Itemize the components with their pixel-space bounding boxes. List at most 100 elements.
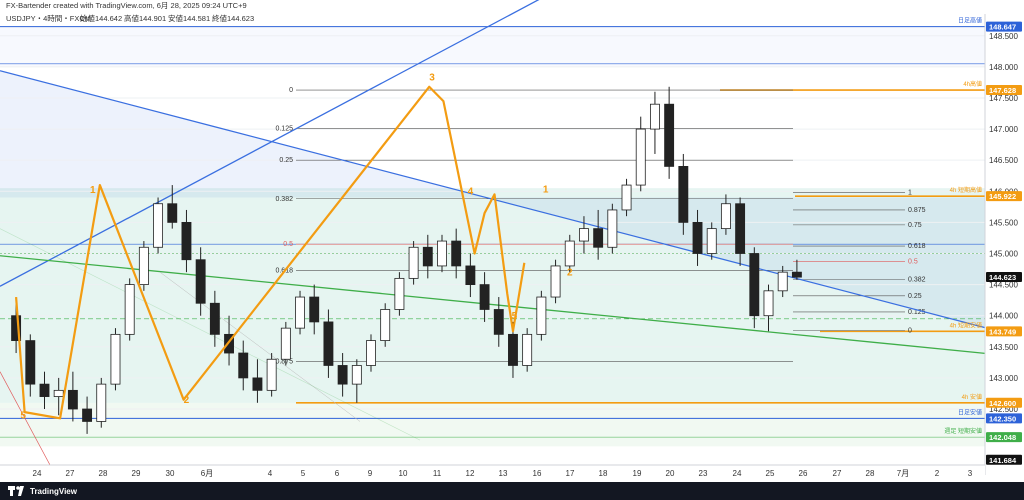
price-tag-label: 142.048 <box>989 433 1016 442</box>
time-tick-label: 4 <box>268 469 273 478</box>
candle-body <box>749 253 760 317</box>
time-tick-label: 28 <box>99 469 108 478</box>
candle-body <box>692 221 703 254</box>
wave-label: 3 <box>429 73 435 84</box>
candle-body <box>479 284 490 310</box>
candle-body <box>337 365 348 385</box>
close-value: 終値144.623 <box>212 13 254 23</box>
price-tick-label: 146.500 <box>989 156 1018 165</box>
candle-body <box>323 321 334 366</box>
time-tick-label: 12 <box>466 469 475 478</box>
candle-body <box>351 365 362 385</box>
candle-body <box>295 296 305 329</box>
candle-body <box>181 221 192 261</box>
footer-brand: TradingView <box>30 487 78 496</box>
price-tag-label: 142.600 <box>989 399 1016 408</box>
wave-label: 5 <box>20 410 26 421</box>
wave-label: 1 <box>90 185 96 196</box>
candle-body <box>138 246 149 286</box>
time-tick-label: 10 <box>399 469 408 478</box>
fib-right-label: 0.875 <box>908 207 926 214</box>
price-tag-label: 144.623 <box>989 273 1016 282</box>
time-tick-label: 20 <box>666 469 675 478</box>
fib-left-label: 0.382 <box>275 196 293 203</box>
time-tick-label: 25 <box>766 469 775 478</box>
time-tick-label: 30 <box>166 469 175 478</box>
fib-right-label: 0.382 <box>908 277 926 284</box>
candle-body <box>621 184 632 211</box>
price-tag-label: 143.749 <box>989 327 1016 336</box>
time-tick-label: 6 <box>335 469 340 478</box>
time-tick-label: 6月 <box>201 469 213 478</box>
time-tick-label: 27 <box>66 469 75 478</box>
candle-body <box>791 271 802 278</box>
candle-body <box>635 128 646 186</box>
price-tag-label: 147.628 <box>989 86 1016 95</box>
price-tag-note: 4h高値 <box>963 80 982 88</box>
time-tick-label: 18 <box>599 469 608 478</box>
fib-right-label: 0.25 <box>908 293 922 300</box>
wave-label: 2 <box>184 395 190 406</box>
fib-left-label: 0.5 <box>283 241 293 248</box>
wave-label: 4 <box>468 186 474 197</box>
candle-body <box>39 383 50 397</box>
time-axis[interactable]: 24 27 28 29 30 6月 4 5 6 9 10 11 12 13 16 17 18 19 20 23 24 25… <box>0 464 985 482</box>
candle-body <box>252 377 263 391</box>
candle-body <box>238 352 249 379</box>
candle-body <box>706 228 717 254</box>
fib-left-label: 0.25 <box>279 157 293 164</box>
price-tag-note: 週足 短期安値 <box>944 427 982 435</box>
candle-body <box>451 240 462 267</box>
price-tick-label: 147.000 <box>989 125 1018 134</box>
time-tick-label: 27 <box>833 469 842 478</box>
candle-body <box>82 408 93 422</box>
candle-body <box>777 271 788 292</box>
fib-right-label: 0.75 <box>908 222 922 229</box>
price-tag-note: 4h 短期安値 <box>950 321 982 329</box>
candle-body <box>550 265 561 298</box>
price-tag-note: 4h 安値 <box>962 393 982 401</box>
price-tick-label: 147.500 <box>989 94 1018 103</box>
fib-right-label: 0 <box>908 328 912 335</box>
time-tick-label: 23 <box>699 469 708 478</box>
price-tag-label: 148.647 <box>989 23 1016 32</box>
price-tick-label: 145.000 <box>989 249 1018 258</box>
price-tick-label: 144.000 <box>989 312 1018 321</box>
time-tick-label: 24 <box>733 469 742 478</box>
fib-left-label: 0 <box>289 87 293 94</box>
price-tag-label: 142.350 <box>989 414 1016 423</box>
range-zone <box>0 188 985 403</box>
time-tick-label: 24 <box>33 469 42 478</box>
time-tick-label: 28 <box>866 469 875 478</box>
candle-body <box>67 389 78 410</box>
candle-body <box>366 340 376 366</box>
price-tag-note: 4h 短期高値 <box>950 186 982 194</box>
candle-body <box>564 240 575 267</box>
wave-label: 5 <box>512 311 518 322</box>
time-tick-label: 11 <box>433 469 442 478</box>
price-tick-label: 143.500 <box>989 343 1018 352</box>
candle-body <box>735 203 746 254</box>
time-tick-label: 3 <box>968 469 973 478</box>
symbol-text: USDJPY・4時間・FXCM <box>6 14 91 23</box>
time-tick-label: 5 <box>301 469 306 478</box>
candle-body <box>195 259 206 304</box>
open-value: 始値144.642 <box>80 13 122 23</box>
candle-body <box>493 309 504 335</box>
time-tick-label: 29 <box>132 469 141 478</box>
time-tick-label: 9 <box>368 469 373 478</box>
candle-body <box>167 203 178 223</box>
candle-body <box>508 333 518 366</box>
candle-body <box>536 296 547 335</box>
candle-body <box>763 290 774 317</box>
price-tick-label: 143.000 <box>989 374 1018 383</box>
candle-body <box>266 358 277 391</box>
top-zone <box>0 26 985 67</box>
candle-body <box>678 166 689 223</box>
time-tick-label: 2 <box>935 469 940 478</box>
price-tick-label: 148.000 <box>989 63 1018 72</box>
credit-text: FX-Bartender created with TradingView.co… <box>6 1 247 10</box>
price-tick-label: 148.500 <box>989 32 1018 41</box>
price-chart[interactable]: 00.1250.250.3820.50.6180.87510.8750.750.… <box>0 0 1024 500</box>
candle-body <box>25 340 36 385</box>
